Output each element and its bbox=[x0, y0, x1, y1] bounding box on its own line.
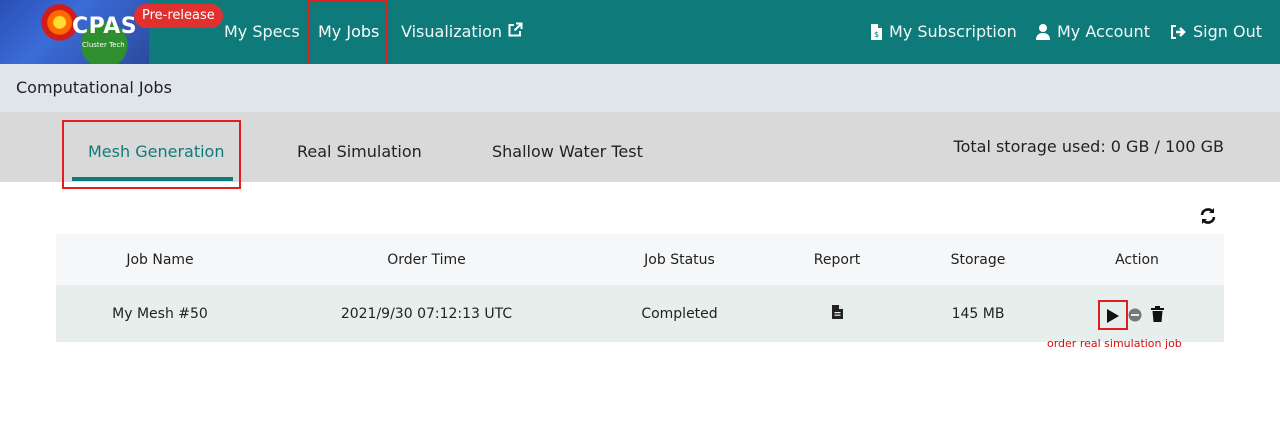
svg-text:$: $ bbox=[874, 30, 879, 39]
tab-shallow-water-test[interactable]: Shallow Water Test bbox=[492, 142, 643, 161]
file-icon[interactable] bbox=[831, 304, 843, 323]
report-cell bbox=[770, 285, 904, 342]
minus-circle-icon[interactable] bbox=[1128, 307, 1142, 326]
nav-visualization-label: Visualization bbox=[401, 22, 503, 41]
cpas-logo[interactable]: CPAS Cluster Tech bbox=[0, 0, 149, 64]
header-storage: Storage bbox=[950, 251, 1006, 268]
order-time: 2021/9/30 07:12:13 UTC bbox=[340, 305, 513, 322]
jobs-table: Job Name Order Time Job Status Report St… bbox=[56, 234, 1224, 342]
nav-sign-out-label: Sign Out bbox=[1193, 22, 1262, 41]
highlight-box-mesh-tab bbox=[62, 120, 241, 189]
nav-my-subscription-label: My Subscription bbox=[889, 22, 1017, 41]
trash-icon[interactable] bbox=[1151, 306, 1164, 326]
pre-release-badge: Pre-release bbox=[134, 4, 223, 28]
tab-bar: Mesh Generation Real Simulation Shallow … bbox=[0, 112, 1280, 189]
logo-title: CPAS bbox=[72, 14, 138, 39]
logo-subtitle: Cluster Tech bbox=[82, 41, 125, 49]
external-link-icon bbox=[507, 21, 524, 45]
breadcrumb: Computational Jobs bbox=[0, 64, 1280, 112]
job-name: My Mesh #50 bbox=[112, 305, 208, 322]
nav-visualization[interactable]: Visualization bbox=[401, 20, 524, 44]
nav-sign-out[interactable]: Sign Out bbox=[1170, 20, 1262, 44]
annotation-order-real-simulation: order real simulation job bbox=[1047, 337, 1182, 350]
storage-usage: Total storage used: 0 GB / 100 GB bbox=[953, 137, 1224, 156]
nav-my-subscription[interactable]: $ My Subscription bbox=[870, 20, 1017, 44]
table-row: My Mesh #50 2021/9/30 07:12:13 UTC Compl… bbox=[56, 285, 1224, 342]
tab-real-simulation[interactable]: Real Simulation bbox=[297, 142, 422, 161]
header-action: Action bbox=[1115, 251, 1159, 268]
nav-my-specs[interactable]: My Specs bbox=[224, 20, 300, 44]
file-invoice-icon: $ bbox=[871, 24, 882, 40]
header-job-name: Job Name bbox=[126, 251, 194, 268]
user-icon bbox=[1036, 24, 1050, 40]
nav-my-account[interactable]: My Account bbox=[1036, 20, 1150, 44]
sign-out-icon bbox=[1171, 25, 1186, 39]
nav-my-account-label: My Account bbox=[1057, 22, 1150, 41]
highlight-box-my-jobs bbox=[307, 0, 387, 65]
top-navbar: CPAS Cluster Tech Pre-release My Specs M… bbox=[0, 0, 1280, 65]
refresh-icon[interactable] bbox=[1199, 207, 1217, 225]
header-report: Report bbox=[813, 251, 861, 268]
header-job-status: Job Status bbox=[644, 251, 715, 268]
table-header: Job Name Order Time Job Status Report St… bbox=[56, 234, 1224, 285]
storage-size: 145 MB bbox=[951, 305, 1005, 322]
play-icon[interactable] bbox=[1106, 308, 1119, 327]
job-status: Completed bbox=[641, 305, 718, 322]
header-order-time: Order Time bbox=[387, 251, 466, 268]
page-title: Computational Jobs bbox=[16, 78, 172, 97]
